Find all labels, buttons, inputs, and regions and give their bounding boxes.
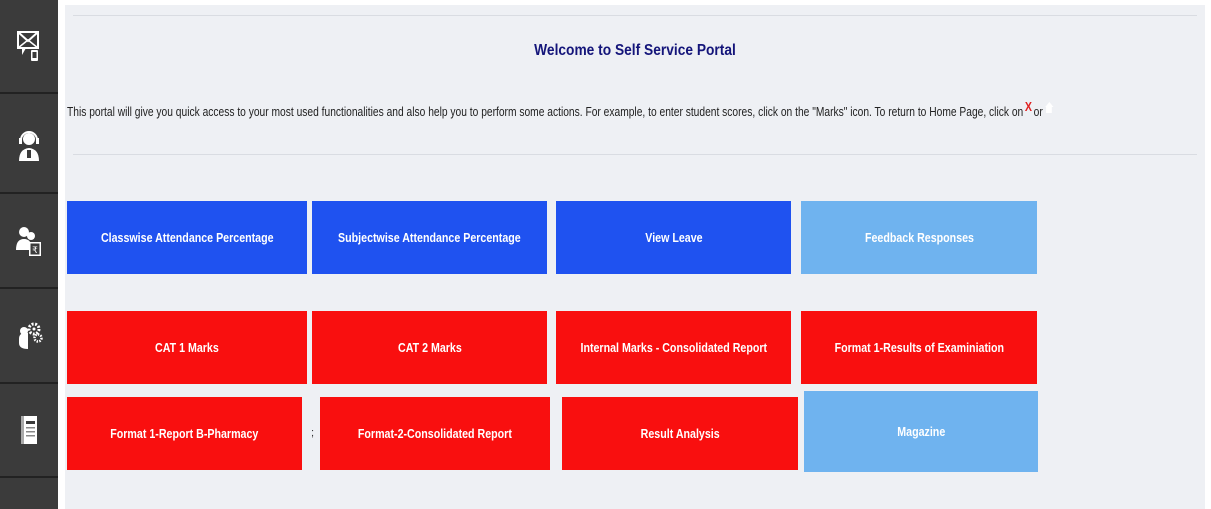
sidebar-item-reports[interactable] xyxy=(0,384,58,478)
sidebar-item-support[interactable] xyxy=(0,100,58,194)
internal-marks-consolidated-button[interactable]: Internal Marks - Consolidated Report xyxy=(556,311,791,384)
result-analysis-button[interactable]: Result Analysis xyxy=(562,397,798,470)
user-payment-icon: ₹ xyxy=(16,227,41,256)
format1-report-bpharmacy-button[interactable]: Format 1-Report B-Pharmacy xyxy=(67,397,302,470)
tile-label: Format 1-Results of Examiniation xyxy=(834,340,1004,355)
separator-text: ; xyxy=(311,427,315,439)
tile-label: Format-2-Consolidated Report xyxy=(357,426,512,441)
tile-label: Magazine xyxy=(897,424,945,439)
feedback-responses-button[interactable]: Feedback Responses xyxy=(801,201,1037,274)
tile-label: View Leave xyxy=(644,230,703,245)
settings-gears-icon xyxy=(19,322,43,349)
sidebar-item-settings[interactable] xyxy=(0,290,58,384)
notebook-icon xyxy=(21,416,37,444)
tile-label: Format 1-Report B-Pharmacy xyxy=(110,426,259,441)
subjectwise-attendance-button[interactable]: Subjectwise Attendance Percentage xyxy=(312,201,547,274)
portal-description: This portal will give you quick access t… xyxy=(67,99,1056,119)
or-text: or xyxy=(1033,104,1043,119)
view-leave-button[interactable]: View Leave xyxy=(556,201,791,274)
sidebar: ₹ xyxy=(0,0,58,509)
sidebar-item-users-payment[interactable]: ₹ xyxy=(0,195,58,289)
page-title: Welcome to Self Service Portal xyxy=(534,42,736,59)
format1-results-button[interactable]: Format 1-Results of Examiniation xyxy=(801,311,1037,384)
message-mobile-icon xyxy=(17,31,39,61)
tile-label: Internal Marks - Consolidated Report xyxy=(580,340,767,355)
support-headset-icon xyxy=(19,131,39,161)
portal-panel: Welcome to Self Service Portal This port… xyxy=(65,5,1205,509)
cat2-marks-button[interactable]: CAT 2 Marks xyxy=(312,311,547,384)
divider xyxy=(73,154,1197,155)
divider xyxy=(73,15,1197,16)
main-content: Welcome to Self Service Portal This port… xyxy=(58,0,1211,509)
svg-text:₹: ₹ xyxy=(32,246,38,256)
cat1-marks-button[interactable]: CAT 1 Marks xyxy=(67,311,307,384)
magazine-button[interactable]: Magazine xyxy=(804,391,1038,472)
sidebar-item-messages[interactable] xyxy=(0,0,58,94)
description-text: This portal will give you quick access t… xyxy=(67,104,1024,119)
tile-label: Result Analysis xyxy=(640,426,720,441)
tile-label: Classwise Attendance Percentage xyxy=(100,230,274,245)
format2-consolidated-report-button[interactable]: Format-2-Consolidated Report xyxy=(320,397,550,470)
classwise-attendance-button[interactable]: Classwise Attendance Percentage xyxy=(67,201,307,274)
tile-label: CAT 1 Marks xyxy=(155,340,219,355)
tile-label: Subjectwise Attendance Percentage xyxy=(338,230,521,245)
close-icon[interactable]: X xyxy=(1025,99,1032,114)
tile-label: CAT 2 Marks xyxy=(397,340,462,355)
tile-label: Feedback Responses xyxy=(864,230,974,245)
